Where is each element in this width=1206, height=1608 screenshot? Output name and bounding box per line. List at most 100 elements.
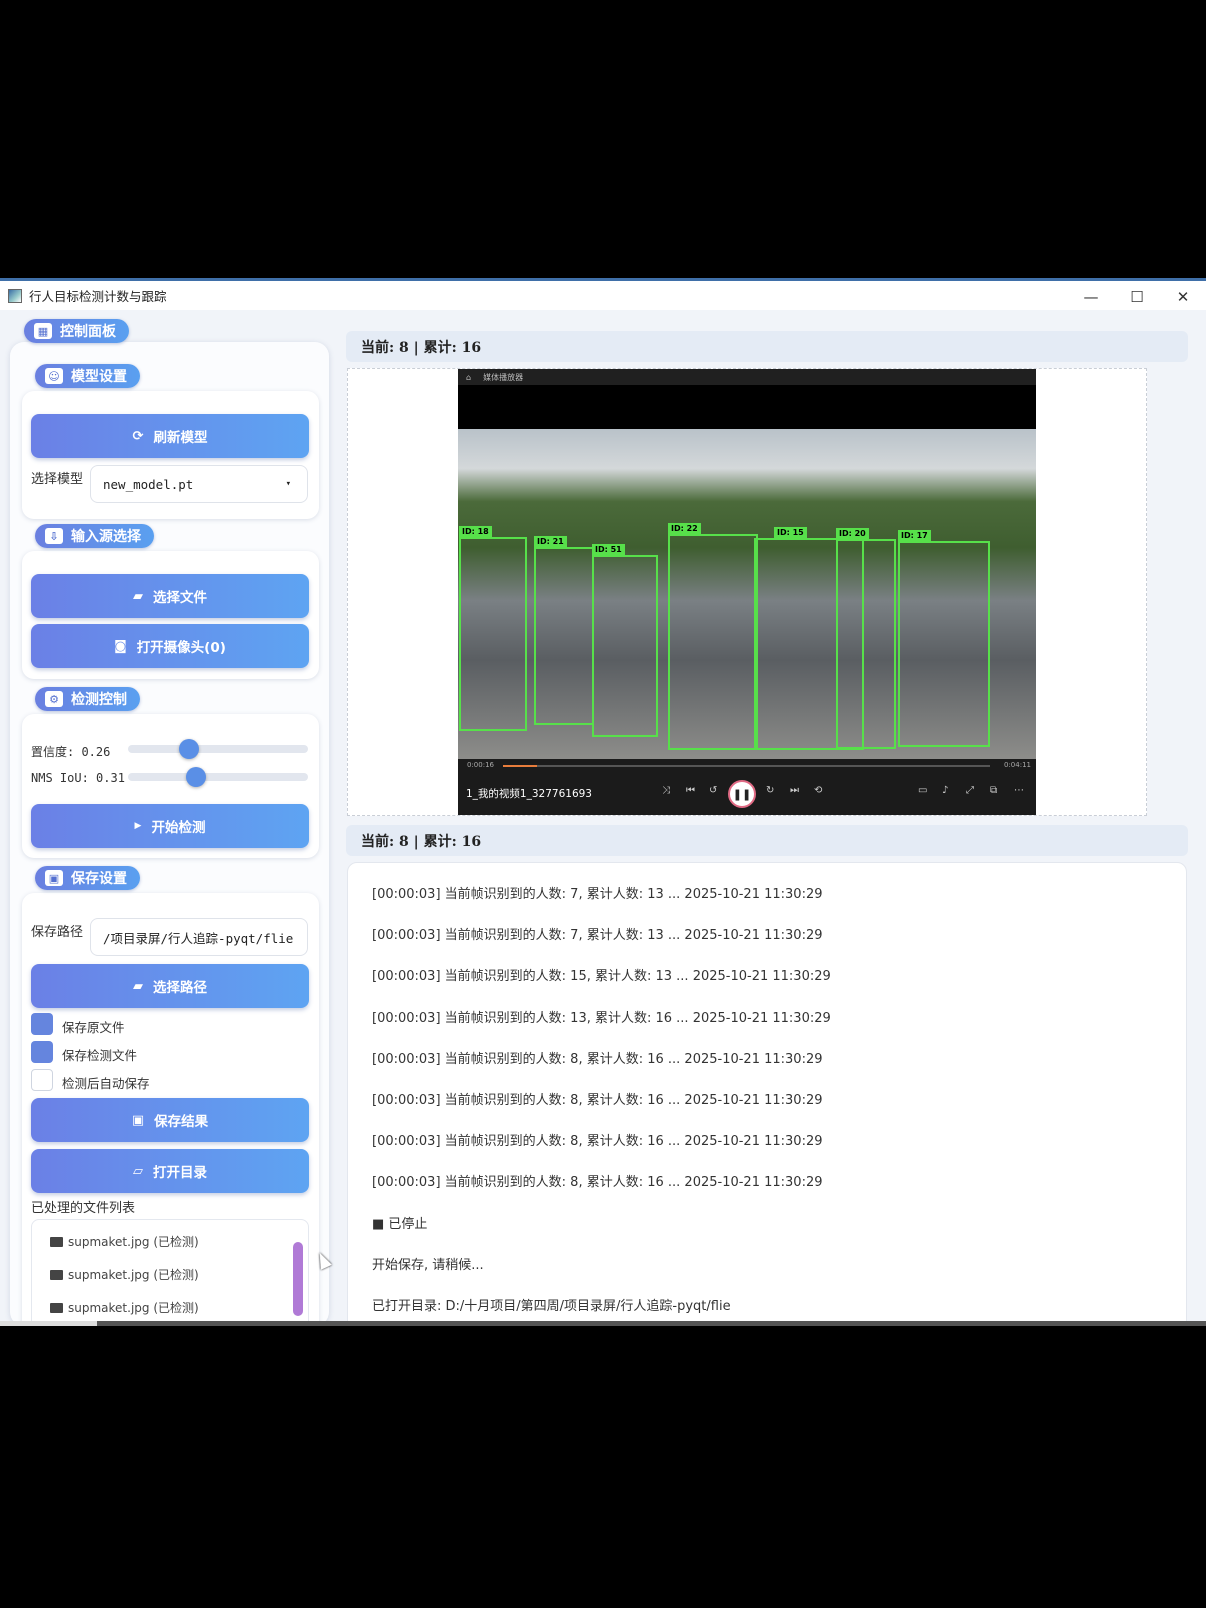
save-result-label: 保存结果 — [154, 1114, 209, 1130]
start-detection-label: 开始检测 — [151, 820, 206, 836]
detection-control-title-text: 检测控制 — [71, 692, 127, 708]
detection-box: ID: 21 — [534, 536, 594, 725]
current-time: 0:00:16 — [467, 761, 494, 769]
open-camera-button[interactable]: ◙ 打开摄像头(0) — [31, 624, 309, 668]
player-title-bar: ⌂ 媒体播放器 — [458, 369, 1036, 385]
log-line: [00:00:03] 当前帧识别到的人数: 7, 累计人数: 13 ... 20… — [372, 887, 823, 902]
processed-file-list[interactable]: supmaket.jpg (已检测) supmaket.jpg (已检测) su… — [31, 1219, 309, 1326]
repeat-icon[interactable]: ⟲ — [814, 785, 822, 796]
minimize-button[interactable]: — — [1068, 281, 1114, 313]
start-detection-button[interactable]: ▶ 开始检测 — [31, 804, 309, 848]
checkbox[interactable] — [31, 1041, 53, 1063]
open-camera-label: 打开摄像头(0) — [136, 640, 226, 656]
save-path-input[interactable]: /项目录屏/行人追踪-pyqt/flie — [90, 918, 308, 956]
forward-icon[interactable]: ↻ — [766, 785, 774, 796]
more-icon[interactable]: ⋯ — [1014, 785, 1024, 796]
save-path-label: 保存路径 — [31, 925, 84, 940]
nms-label: NMS IoU: 0.31 — [31, 771, 125, 785]
total-time: 0:04:11 — [1004, 761, 1031, 769]
refresh-icon: ⟳ — [132, 428, 144, 444]
refresh-model-label: 刷新模型 — [153, 430, 208, 446]
floppy-icon: ▣ — [131, 1112, 145, 1128]
file-list-item[interactable]: supmaket.jpg (已检测) — [50, 1266, 199, 1283]
log-panel[interactable]: [00:00:03] 当前帧识别到的人数: 7, 累计人数: 13 ... 20… — [347, 862, 1187, 1326]
log-line: 开始保存, 请稍候... — [372, 1257, 484, 1273]
save-settings-title-text: 保存设置 — [71, 871, 127, 887]
detection-box: ID: 22 — [668, 523, 758, 750]
file-name: supmaket.jpg (已检测) — [68, 1301, 199, 1315]
title-bar: 行人目标检测计数与跟踪 — ☐ ✕ — [0, 278, 1206, 310]
app-window: 行人目标检测计数与跟踪 — ☐ ✕ ▦ 控制面板 ☺ 模型设置 ⟳ 刷新模型 选… — [0, 278, 1206, 1326]
save-result-button[interactable]: ▣ 保存结果 — [31, 1098, 309, 1142]
nms-slider[interactable] — [128, 767, 308, 787]
image-file-icon — [50, 1236, 63, 1247]
camera-icon: ◙ — [114, 638, 127, 654]
player-controls: 0:00:16 0:04:11 1_我的视频1_327761693 ⤨ ⏮ ↺ … — [458, 759, 1036, 815]
video-frame: ⌂ 媒体播放器 ID: 18 ID: 21 ID: 51 ID: 22 ID: … — [458, 369, 1036, 815]
detection-id-label: ID: 22 — [668, 523, 701, 535]
nms-slider-handle[interactable] — [185, 767, 206, 787]
log-line: [00:00:03] 当前帧识别到的人数: 8, 累计人数: 16 ... 20… — [372, 1134, 823, 1150]
detection-box: ID: 51 — [592, 544, 658, 737]
log-line: ■ 已停止 — [372, 1216, 428, 1232]
detection-box: ID: 18 — [459, 526, 527, 731]
detection-box: ID: 17 — [898, 530, 990, 747]
file-name: supmaket.jpg (已检测) — [68, 1235, 199, 1249]
model-select-value: new_model.pt — [103, 476, 194, 492]
horizontal-scrollbar[interactable] — [0, 1321, 1206, 1326]
home-icon: ⌂ — [466, 372, 472, 382]
model-select[interactable]: new_model.pt ▾ — [90, 465, 308, 503]
log-line: [00:00:03] 当前帧识别到的人数: 8, 累计人数: 16 ... 20… — [372, 1051, 823, 1067]
fullscreen-icon[interactable]: ⤢ — [966, 785, 974, 796]
close-button[interactable]: ✕ — [1160, 281, 1206, 313]
video-filename: 1_我的视频1_327761693 — [466, 788, 592, 800]
refresh-model-button[interactable]: ⟳ 刷新模型 — [31, 414, 309, 458]
shuffle-icon[interactable]: ⤨ — [662, 785, 670, 796]
select-file-label: 选择文件 — [153, 590, 207, 606]
checkbox[interactable] — [31, 1013, 53, 1035]
horizontal-scrollbar-thumb[interactable] — [97, 1321, 1206, 1326]
video-progress-bar[interactable] — [503, 765, 990, 767]
input-source-title-text: 输入源选择 — [71, 529, 141, 545]
file-list-item[interactable]: supmaket.jpg (已检测) — [50, 1299, 199, 1316]
checkbox-label: 检测后自动保存 — [62, 1076, 150, 1091]
miniplayer-icon[interactable]: ⧉ — [990, 785, 997, 796]
checkbox-label: 保存检测文件 — [62, 1048, 138, 1063]
log-line: [00:00:03] 当前帧识别到的人数: 15, 累计人数: 13 ... 2… — [372, 969, 831, 985]
detection-id-label: ID: 21 — [534, 536, 567, 548]
detection-id-label: ID: 17 — [898, 530, 931, 542]
select-file-button[interactable]: ▰ 选择文件 — [31, 574, 309, 618]
checkbox[interactable] — [31, 1069, 53, 1091]
select-model-label: 选择模型 — [31, 472, 84, 487]
log-line: [00:00:03] 当前帧识别到的人数: 8, 累计人数: 16 ... 20… — [372, 1175, 823, 1191]
next-icon[interactable]: ⏭ — [790, 785, 799, 796]
previous-icon[interactable]: ⏮ — [686, 785, 695, 796]
open-directory-label: 打开目录 — [153, 1165, 207, 1181]
log-line: [00:00:03] 当前帧识别到的人数: 13, 累计人数: 16 ... 2… — [372, 1010, 831, 1026]
confidence-slider[interactable] — [128, 739, 308, 759]
open-directory-button[interactable]: ▱ 打开目录 — [31, 1149, 309, 1193]
file-list-item[interactable]: supmaket.jpg (已检测) — [50, 1233, 199, 1250]
maximize-button[interactable]: ☐ — [1114, 281, 1160, 313]
player-title: 媒体播放器 — [483, 372, 524, 382]
log-line: [00:00:03] 当前帧识别到的人数: 7, 累计人数: 13 ... 20… — [372, 928, 823, 944]
control-panel-title: ▦ 控制面板 — [24, 319, 129, 343]
model-settings-title: ☺ 模型设置 — [35, 364, 140, 388]
volume-icon[interactable]: ♪ — [942, 785, 948, 796]
rewind-icon[interactable]: ↺ — [709, 785, 717, 796]
folder-icon: ▰ — [133, 588, 143, 604]
select-path-button[interactable]: ▰ 选择路径 — [31, 964, 309, 1008]
panel-icon: ▦ — [34, 323, 52, 339]
detection-box: ID: 20 — [836, 528, 896, 749]
subtitles-icon[interactable]: ▭ — [918, 785, 927, 796]
pause-button[interactable]: ❚❚ — [728, 780, 756, 808]
file-list-scrollbar[interactable] — [293, 1242, 303, 1316]
checkbox-label: 保存原文件 — [62, 1020, 125, 1035]
robot-icon: ☺ — [45, 368, 63, 384]
app-icon — [8, 288, 22, 303]
status-bar-bottom: 当前: 8 | 累计: 16 — [346, 825, 1188, 856]
detection-id-label: ID: 18 — [459, 526, 492, 538]
folder-icon: ▰ — [133, 978, 143, 994]
status-bar-top: 当前: 8 | 累计: 16 — [346, 331, 1188, 362]
detection-id-label: ID: 51 — [592, 544, 625, 556]
